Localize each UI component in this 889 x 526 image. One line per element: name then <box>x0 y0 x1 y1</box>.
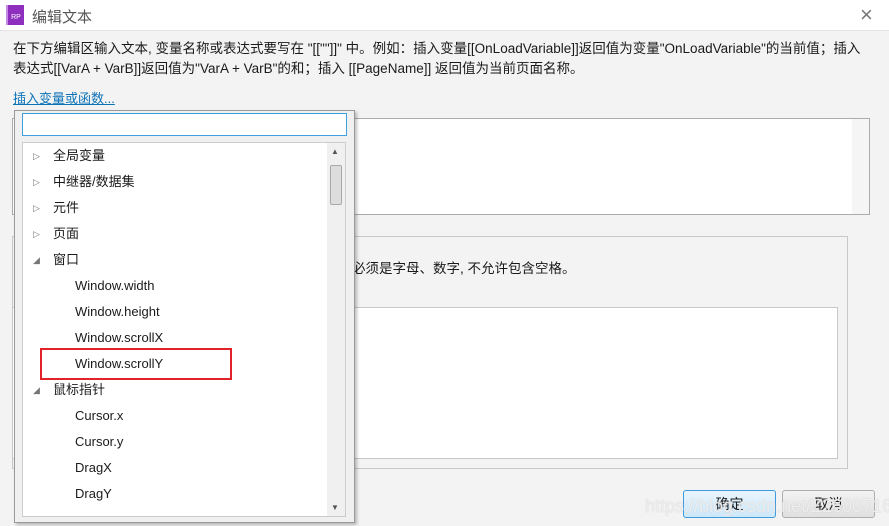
search-input[interactable] <box>22 113 347 136</box>
tree-item[interactable]: Window.height <box>23 299 328 325</box>
tree-item[interactable]: ◢ 鼠标指针 <box>23 377 328 403</box>
variable-tree: ▲ ▼ ▷ 全局变量 ▷ 中继器/数据集 ▷ 元件 ▷ 页面 ◢ 窗口 Window.width Wi… <box>22 142 346 517</box>
tree-item[interactable]: ▷ 中继器/数据集 <box>23 169 328 195</box>
tree-item[interactable]: ▷ 页面 <box>23 221 328 247</box>
tree-item-label: 窗口 <box>53 252 80 267</box>
scroll-down-icon[interactable]: ▼ <box>331 503 339 512</box>
collapsed-arrow-icon[interactable]: ▷ <box>33 195 40 221</box>
close-icon[interactable]: × <box>860 2 873 28</box>
tree-item-label: Window.height <box>75 304 160 319</box>
tree-item-label: 元件 <box>53 200 80 215</box>
tree-scrollbar[interactable]: ▲ ▼ <box>327 143 345 516</box>
tree-item-label: Window.width <box>75 278 155 293</box>
tree-item[interactable]: ▷ 元件 <box>23 195 328 221</box>
collapsed-arrow-icon[interactable]: ▷ <box>33 169 40 195</box>
title-bar: RP 编辑文本 × <box>0 0 889 31</box>
scroll-up-icon[interactable]: ▲ <box>331 147 339 156</box>
tree-item[interactable]: ◢ 窗口 <box>23 247 328 273</box>
tree-item-label: Cursor.y <box>75 434 124 449</box>
tree-item-label: 页面 <box>53 226 80 241</box>
tree-item-label: 鼠标指针 <box>53 382 106 397</box>
tree-item-label: DragX <box>75 460 112 475</box>
variable-function-dropdown: ▲ ▼ ▷ 全局变量 ▷ 中继器/数据集 ▷ 元件 ▷ 页面 ◢ 窗口 Window.width Wi… <box>14 110 355 523</box>
window-title: 编辑文本 <box>32 9 93 26</box>
tree-item[interactable]: Cursor.y <box>23 429 328 455</box>
instructions-text: 在下方编辑区输入文本, 变量名称或表达式要写在 "[[""]]" 中。例如：插入… <box>13 41 861 76</box>
collapsed-arrow-icon[interactable]: ▷ <box>33 221 40 247</box>
tree-item[interactable]: Cursor.x <box>23 403 328 429</box>
highlight-annotation <box>40 348 232 380</box>
scroll-thumb[interactable] <box>330 165 342 205</box>
expanded-arrow-icon[interactable]: ◢ <box>33 247 40 273</box>
app-logo-icon: RP <box>6 5 24 25</box>
expanded-arrow-icon[interactable]: ◢ <box>33 377 40 403</box>
editor-scrollbar[interactable] <box>852 119 869 214</box>
local-variable-hint: 必须是字母、数字, 不允许包含空格。 <box>352 261 576 276</box>
tree-item-label: 中继器/数据集 <box>53 174 135 189</box>
tree-item[interactable]: Window.width <box>23 273 328 299</box>
collapsed-arrow-icon[interactable]: ▷ <box>33 143 40 169</box>
tree-item[interactable]: ▷ 全局变量 <box>23 143 328 169</box>
tree-item[interactable]: DragX <box>23 455 328 481</box>
tree-item[interactable]: DragY <box>23 481 328 507</box>
tree-item-label: 全局变量 <box>53 148 106 163</box>
tree-item-label: DragY <box>75 486 112 501</box>
insert-variable-link[interactable]: 插入变量或函数... <box>13 88 115 107</box>
watermark: https://blog.csdn.net/Z260071627 <box>645 496 889 516</box>
tree-item-label: Cursor.x <box>75 408 124 423</box>
